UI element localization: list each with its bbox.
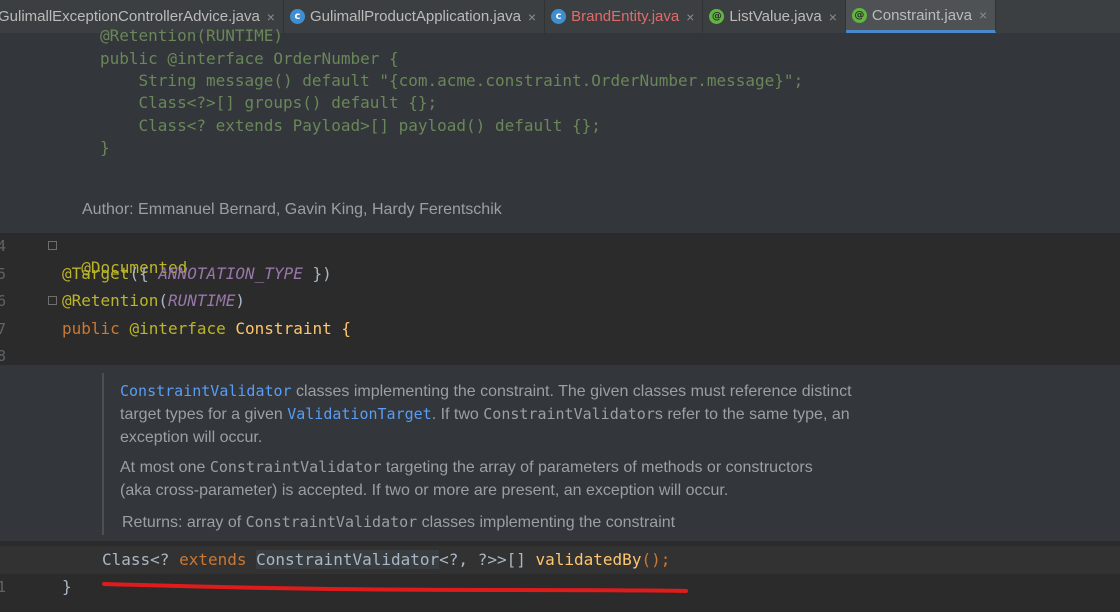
- red-underline-annotation: [102, 582, 688, 593]
